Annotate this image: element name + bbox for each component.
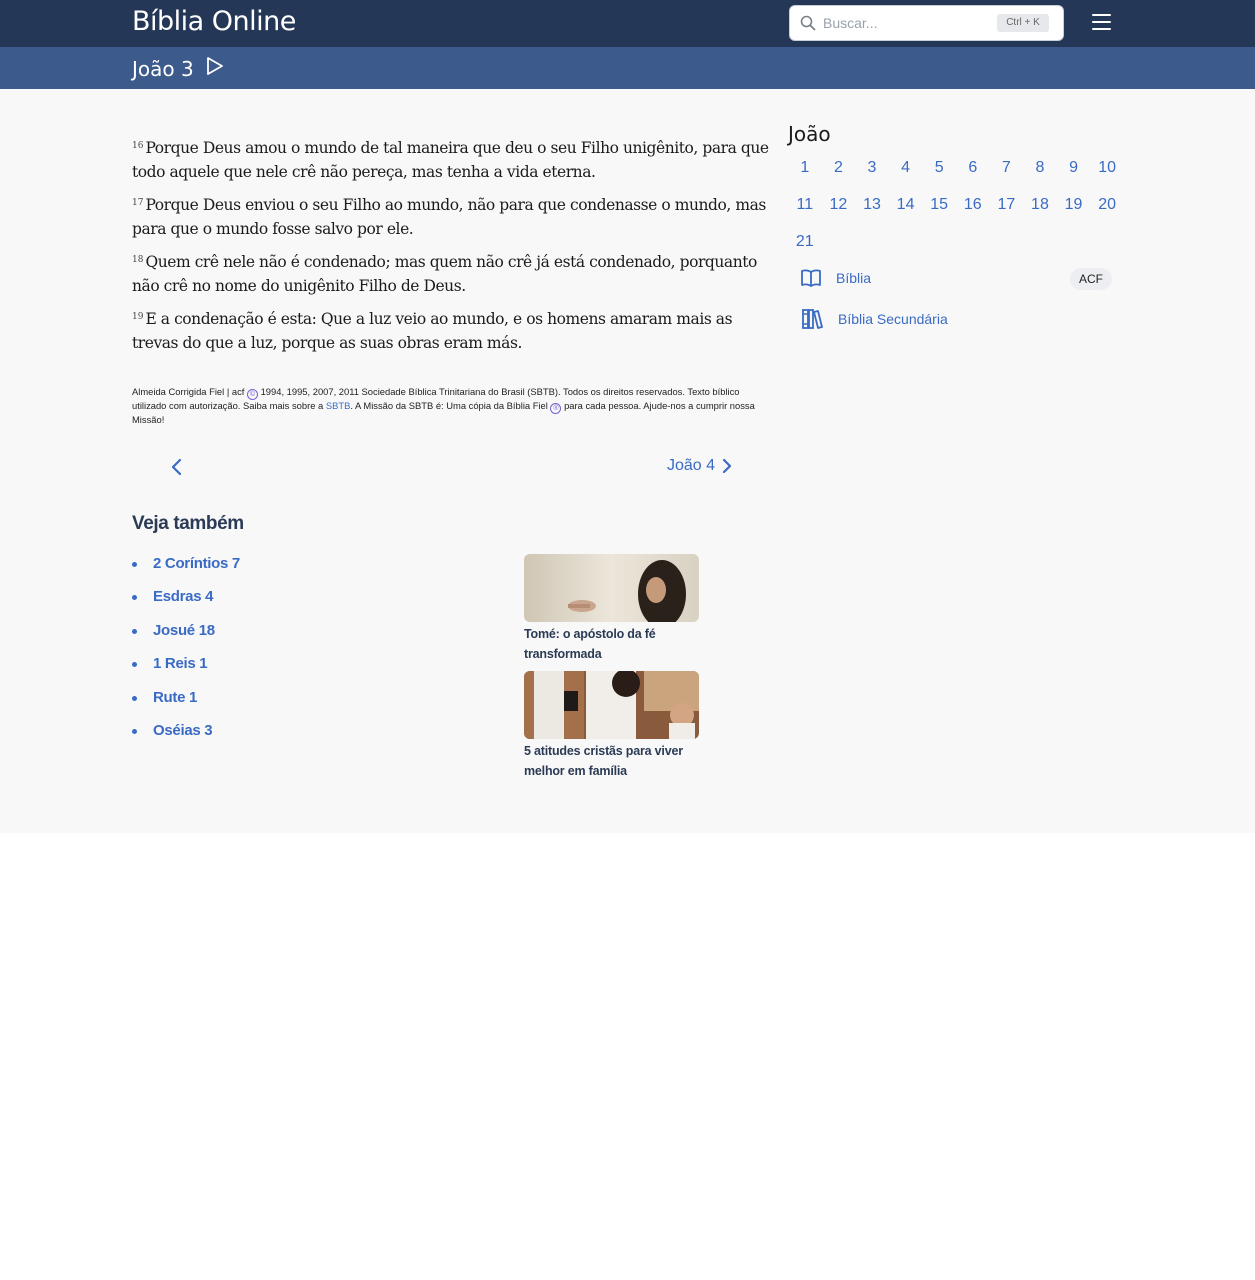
chapter-link[interactable]: 21 bbox=[788, 223, 822, 260]
hamburger-menu-icon[interactable] bbox=[1092, 14, 1112, 32]
bible-link[interactable]: Bíblia bbox=[800, 268, 871, 288]
see-also-link[interactable]: 1 Reis 1 bbox=[153, 655, 208, 672]
chapter-bar: João 3 bbox=[0, 47, 1255, 89]
article-card[interactable]: Tomé: o apóstolo da fé transformada bbox=[524, 554, 699, 664]
secondary-bible-link[interactable]: Bíblia Secundária bbox=[800, 308, 948, 330]
bullet bbox=[132, 595, 137, 601]
version-badge[interactable]: ACF bbox=[1070, 268, 1112, 290]
copyright-symbol: © bbox=[246, 389, 258, 400]
chapter-link[interactable]: 19 bbox=[1057, 186, 1091, 223]
books-icon bbox=[802, 309, 823, 329]
top-navbar: Bíblia Online Ctrl + K bbox=[0, 0, 1255, 47]
verse-text: Porque Deus amou o mundo de tal maneira … bbox=[132, 139, 769, 181]
article-title: Tomé: o apóstolo da fé transformada bbox=[524, 627, 656, 661]
chapter-link[interactable]: 18 bbox=[1023, 186, 1057, 223]
chapter-grid: 1 2 3 4 5 6 7 8 9 10 11 12 13 14 15 16 1… bbox=[788, 149, 1124, 260]
list-item: Rute 1 bbox=[132, 689, 240, 722]
chapter-link[interactable]: 7 bbox=[990, 149, 1024, 186]
open-book-icon bbox=[801, 269, 821, 287]
verse: 19 E a condenação é esta: Que a luz veio … bbox=[132, 308, 777, 355]
article-thumbnail bbox=[524, 554, 699, 622]
search-input[interactable] bbox=[823, 13, 993, 33]
verse-number: 18 bbox=[132, 255, 144, 265]
book-title: João bbox=[788, 122, 831, 146]
bullet bbox=[132, 628, 137, 634]
chevron-left-icon[interactable] bbox=[168, 455, 186, 479]
verse: 16 Porque Deus amou o mundo de tal maneir… bbox=[132, 137, 777, 184]
see-also-link[interactable]: Oséias 3 bbox=[153, 722, 213, 739]
bullet bbox=[132, 695, 137, 701]
next-chapter-label: João 4 bbox=[667, 457, 716, 474]
chevron-right-icon bbox=[722, 458, 732, 474]
article-title: 5 atitudes cristãs para viver melhor em … bbox=[524, 744, 683, 778]
bullet bbox=[132, 662, 137, 668]
chapter-link[interactable]: 10 bbox=[1090, 149, 1124, 186]
list-item: Oséias 3 bbox=[132, 722, 240, 755]
secondary-bible-label: Bíblia Secundária bbox=[838, 311, 948, 327]
chapter-link[interactable]: 1 bbox=[788, 149, 822, 186]
chapter-link[interactable]: 11 bbox=[788, 186, 822, 223]
verse-number: 17 bbox=[132, 198, 144, 208]
chapter-link[interactable]: 17 bbox=[990, 186, 1024, 223]
chapter-link[interactable]: 14 bbox=[889, 186, 923, 223]
search-shortcut-hint: Ctrl + K bbox=[997, 14, 1049, 32]
see-also-list: 2 Coríntios 7 Esdras 4 Josué 18 1 Reis 1… bbox=[132, 555, 240, 755]
next-chapter-link[interactable]: João 4 bbox=[667, 457, 733, 475]
list-item: Esdras 4 bbox=[132, 588, 240, 621]
copyright-text: Almeida Corrigida Fiel | acf bbox=[132, 386, 245, 397]
play-icon[interactable] bbox=[206, 56, 224, 76]
copyright-notice: Almeida Corrigida Fiel | acf © 1994, 199… bbox=[132, 386, 772, 427]
chapter-link[interactable]: 8 bbox=[1023, 149, 1057, 186]
bible-link-label: Bíblia bbox=[836, 270, 872, 286]
chapter-link[interactable]: 3 bbox=[855, 149, 889, 186]
list-item: 1 Reis 1 bbox=[132, 655, 240, 688]
chapter-link[interactable]: 15 bbox=[922, 186, 956, 223]
verse: 18 Quem crê nele não é condenado; mas que… bbox=[132, 251, 777, 298]
copyright-text: . A Missão da SBTB é: Uma cópia da Bíbli… bbox=[350, 400, 548, 411]
chapter-link[interactable]: 9 bbox=[1057, 149, 1091, 186]
list-item: Josué 18 bbox=[132, 622, 240, 655]
see-also-link[interactable]: Josué 18 bbox=[153, 622, 215, 639]
verse-text: Porque Deus enviou o seu Filho ao mundo,… bbox=[132, 196, 766, 238]
chapter-link[interactable]: 12 bbox=[822, 186, 856, 223]
chapter-title: João 3 bbox=[132, 57, 194, 81]
chapter-link[interactable]: 20 bbox=[1090, 186, 1124, 223]
sbtb-link[interactable]: SBTB bbox=[326, 400, 351, 411]
chapter-link[interactable]: 6 bbox=[956, 149, 990, 186]
verse-number: 16 bbox=[132, 141, 144, 151]
bullet bbox=[132, 562, 137, 567]
chapter-link[interactable]: 4 bbox=[889, 149, 923, 186]
chapter-link[interactable]: 16 bbox=[956, 186, 990, 223]
see-also-link[interactable]: Rute 1 bbox=[153, 689, 197, 706]
chapter-link[interactable]: 2 bbox=[822, 149, 856, 186]
chapter-link[interactable]: 5 bbox=[922, 149, 956, 186]
verse-text: E a condenação é esta: Que a luz veio ao… bbox=[132, 310, 733, 352]
list-item: 2 Coríntios 7 bbox=[132, 555, 240, 588]
registered-symbol: ® bbox=[550, 403, 562, 414]
search-icon bbox=[800, 15, 816, 31]
bullet bbox=[132, 728, 137, 734]
verse: 17 Porque Deus enviou o seu Filho ao mund… bbox=[132, 194, 777, 241]
article-card[interactable]: 5 atitudes cristãs para viver melhor em … bbox=[524, 671, 699, 781]
see-also-link[interactable]: 2 Coríntios 7 bbox=[153, 555, 240, 572]
verse-list: 16 Porque Deus amou o mundo de tal maneir… bbox=[132, 137, 777, 365]
main-content: 16 Porque Deus amou o mundo de tal maneir… bbox=[0, 89, 1255, 833]
article-thumbnail bbox=[524, 671, 699, 739]
verse-number: 19 bbox=[132, 312, 144, 322]
chapter-link[interactable]: 13 bbox=[855, 186, 889, 223]
verse-text: Quem crê nele não é condenado; mas quem … bbox=[132, 253, 757, 295]
see-also-link[interactable]: Esdras 4 bbox=[153, 588, 213, 605]
search-box[interactable]: Ctrl + K bbox=[789, 5, 1064, 41]
see-also-heading: Veja também bbox=[132, 513, 244, 534]
site-title[interactable]: Bíblia Online bbox=[132, 6, 296, 37]
